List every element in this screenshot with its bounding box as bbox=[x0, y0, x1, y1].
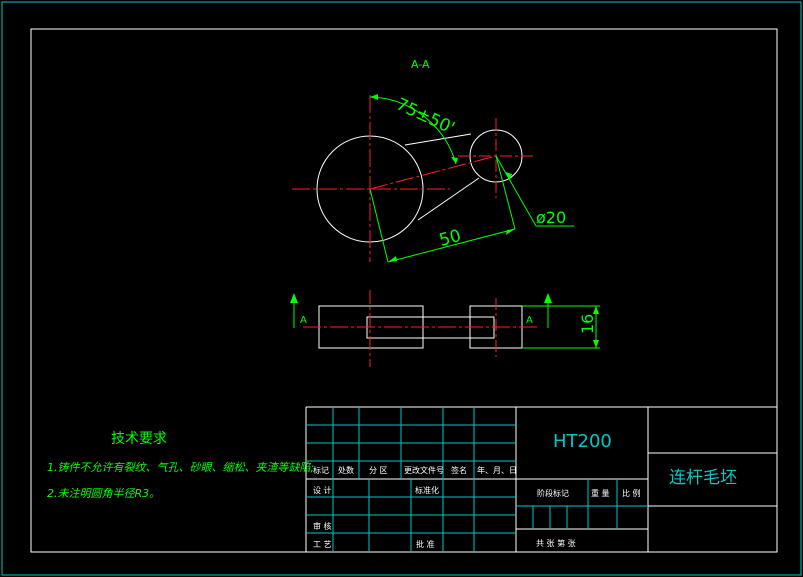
part-name: 连杆毛坯 bbox=[669, 468, 737, 488]
arrow-up-icon bbox=[544, 293, 552, 303]
hdr-count: 处数 bbox=[338, 465, 354, 475]
section-label: A-A bbox=[411, 58, 430, 71]
arm-upper-edge bbox=[404, 133, 472, 146]
length-dimension: 50 bbox=[369, 155, 516, 263]
material-label: HT200 bbox=[553, 431, 612, 452]
diameter-value: ø20 bbox=[536, 208, 566, 227]
section-mark-right: A bbox=[526, 315, 533, 326]
angle-dimension: 75±50' bbox=[369, 94, 458, 165]
link-center-line bbox=[369, 155, 497, 190]
hdr-zone: 分 区 bbox=[369, 466, 388, 475]
tech-title: 技术要求 bbox=[111, 431, 167, 447]
hdr-change-doc: 更改文件号 bbox=[404, 465, 444, 475]
length-ext-right bbox=[495, 155, 516, 230]
process-label: 工 艺 bbox=[313, 540, 332, 549]
length-arrow-right bbox=[506, 229, 515, 235]
angle-arrow-end bbox=[451, 157, 458, 164]
section-marker-right: A bbox=[526, 293, 552, 328]
standardize-label: 标准化 bbox=[415, 485, 439, 495]
length-value: 50 bbox=[437, 226, 463, 251]
title-block: HT200 连杆毛坯 标记 处数 分 区 更改文件号 签名 年、月、日 设 计 … bbox=[305, 406, 777, 552]
review-label: 审 核 bbox=[313, 521, 332, 531]
section-mark-left: A bbox=[300, 315, 307, 326]
length-ext-left bbox=[369, 188, 389, 263]
weight-label: 重 量 bbox=[591, 488, 610, 498]
design-label: 设 计 bbox=[313, 485, 332, 495]
diameter-leader bbox=[495, 155, 537, 227]
sheets-label: 共 张 第 张 bbox=[536, 538, 576, 548]
stage-mark-label: 阶段标记 bbox=[537, 488, 569, 498]
hdr-mark: 标记 bbox=[313, 465, 329, 475]
section-marker-left: A bbox=[290, 293, 307, 328]
hdr-date: 年、月、日 bbox=[477, 465, 517, 475]
approve-label: 批 准 bbox=[416, 539, 435, 549]
tech-line-2: 2.未注明圆角半径R3。 bbox=[47, 487, 160, 500]
diameter-dimension: ø20 bbox=[495, 155, 574, 227]
angle-arrow-start bbox=[370, 94, 378, 100]
tech-line-1: 1.铸件不允许有裂纹、气孔、砂眼、缩松、夹渣等缺陷; bbox=[47, 461, 314, 474]
front-view bbox=[303, 290, 540, 367]
angle-value: 75±50' bbox=[393, 94, 458, 138]
length-arrow-left bbox=[388, 256, 397, 262]
scale-label: 比 例 bbox=[622, 488, 641, 498]
thickness-value: 16 bbox=[578, 314, 597, 334]
cad-drawing: A-A 75±50' ø20 50 A A 16 技术要求 1.铸件不允许有裂纹… bbox=[1, 1, 802, 576]
arrow-up-icon bbox=[290, 293, 298, 303]
arm-lower-edge bbox=[417, 177, 480, 221]
hdr-sign: 签名 bbox=[451, 465, 467, 475]
